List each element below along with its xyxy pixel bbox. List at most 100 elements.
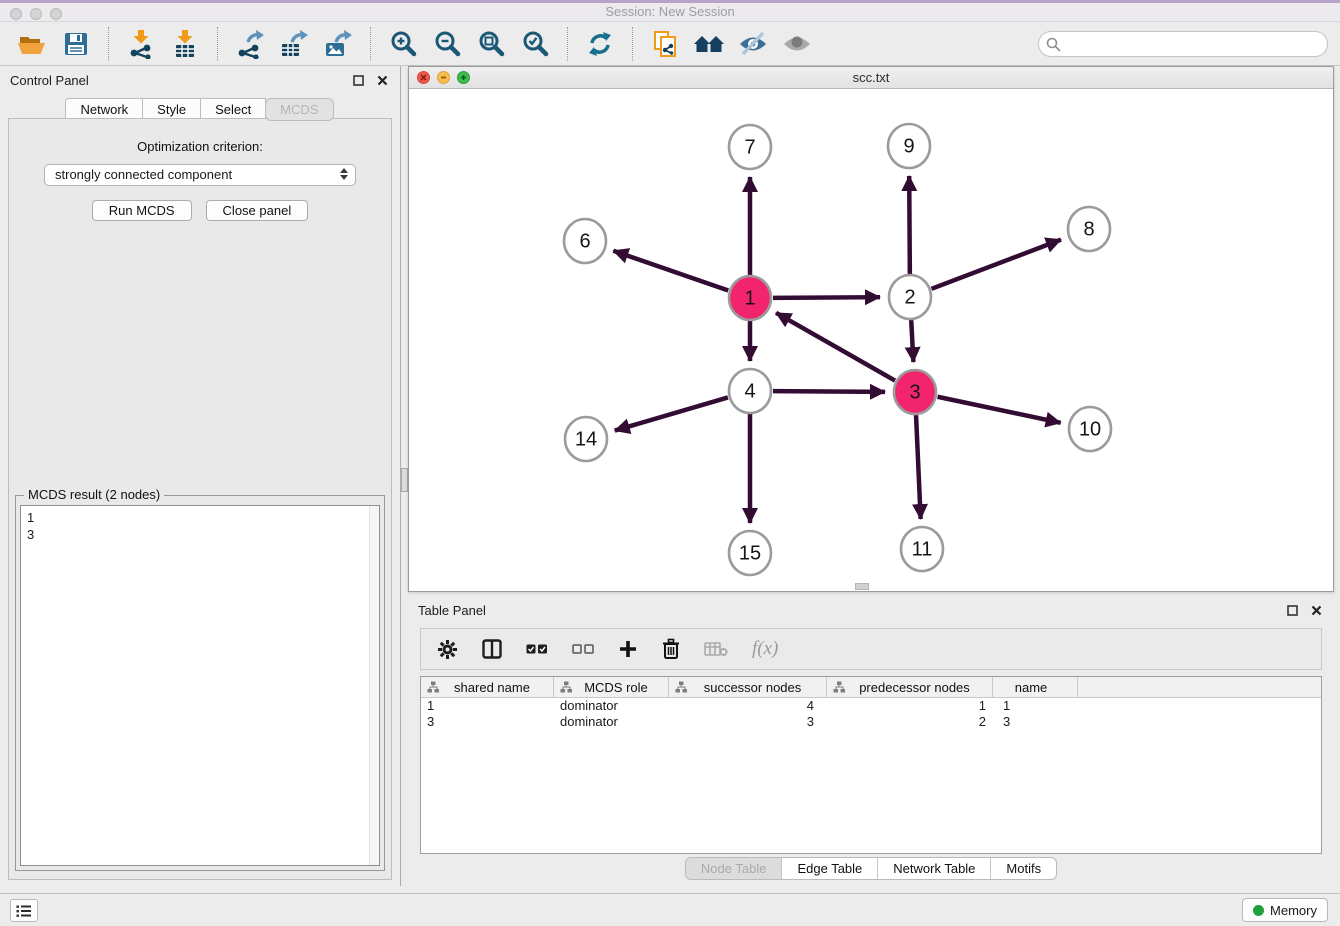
close-panel-button[interactable]: Close panel — [206, 200, 309, 221]
cell-shared-name[interactable]: 1 — [421, 698, 554, 714]
minimize-network-icon[interactable] — [437, 71, 450, 84]
delete-table-icon[interactable] — [704, 641, 728, 657]
column-type-icon — [833, 681, 845, 693]
graph-edge-1-6[interactable] — [613, 251, 728, 291]
cell-mcds-role[interactable]: dominator — [554, 698, 669, 714]
table-row[interactable]: 3 dominator 3 2 3 — [421, 714, 1321, 730]
cell-successor-nodes[interactable]: 3 — [669, 714, 827, 730]
graph-edge-3-1[interactable] — [776, 313, 895, 381]
show-columns-icon[interactable] — [482, 639, 502, 659]
zoom-selected-icon[interactable] — [519, 28, 551, 60]
select-all-columns-icon[interactable] — [526, 643, 548, 655]
tab-motifs[interactable]: Motifs — [991, 858, 1056, 879]
optimization-criterion-select[interactable]: strongly connected component — [44, 164, 356, 186]
home-view-icon[interactable] — [693, 28, 725, 60]
panel-splitter-grip[interactable] — [401, 468, 408, 492]
graph-node-14[interactable]: 14 — [565, 417, 607, 461]
tab-edge-table[interactable]: Edge Table — [782, 858, 878, 879]
unselect-all-columns-icon[interactable] — [572, 643, 594, 655]
result-line: 1 — [27, 509, 373, 526]
graph-edge-1-2[interactable] — [773, 297, 880, 298]
show-eye-icon[interactable] — [781, 28, 813, 60]
column-header-successor-nodes[interactable]: successor nodes — [669, 677, 827, 697]
toolbar-separator — [632, 27, 633, 61]
close-panel-icon[interactable] — [374, 72, 390, 88]
memory-button[interactable]: Memory — [1242, 898, 1328, 922]
list-icon — [16, 904, 32, 918]
export-table-icon[interactable] — [278, 28, 310, 60]
graph-edge-4-3[interactable] — [773, 391, 885, 392]
zoom-in-icon[interactable] — [387, 28, 419, 60]
search-input[interactable] — [1038, 31, 1328, 57]
import-network-icon[interactable] — [125, 28, 157, 60]
export-image-icon[interactable] — [322, 28, 354, 60]
column-header-shared-name[interactable]: shared name — [421, 677, 554, 697]
table-tabs: Node Table Edge Table Network Table Moti… — [408, 857, 1334, 880]
graph-node-3[interactable]: 3 — [894, 370, 936, 414]
task-history-button[interactable] — [10, 899, 38, 922]
graph-node-7[interactable]: 7 — [729, 125, 771, 169]
graph-node-15[interactable]: 15 — [729, 531, 771, 575]
table-toolbar: f(x) — [420, 628, 1322, 670]
cell-name[interactable]: 3 — [993, 714, 1078, 730]
cell-mcds-role[interactable]: dominator — [554, 714, 669, 730]
search-icon — [1046, 37, 1061, 52]
cell-name[interactable]: 1 — [993, 698, 1078, 714]
cell-predecessor-nodes[interactable]: 2 — [827, 714, 993, 730]
network-canvas[interactable]: 7 9 6 8 1 2 4 3 14 10 15 11 — [409, 89, 1333, 591]
column-header-predecessor-nodes[interactable]: predecessor nodes — [827, 677, 993, 697]
graph-edge-2-8[interactable] — [932, 240, 1061, 289]
open-file-icon[interactable] — [16, 28, 48, 60]
import-table-icon[interactable] — [169, 28, 201, 60]
maximize-network-icon[interactable] — [457, 71, 470, 84]
create-column-plus-icon[interactable] — [618, 639, 638, 659]
export-network-icon[interactable] — [234, 28, 266, 60]
graph-node-2[interactable]: 2 — [889, 275, 931, 319]
mcds-result-textarea[interactable]: 1 3 — [20, 505, 380, 866]
tab-node-table[interactable]: Node Table — [686, 858, 783, 879]
result-scrollbar[interactable] — [369, 506, 379, 865]
network-resize-grip[interactable] — [855, 583, 869, 590]
refresh-icon[interactable] — [584, 28, 616, 60]
graph-edge-3-11[interactable] — [916, 415, 921, 519]
graph-edge-2-9[interactable] — [909, 176, 910, 274]
column-header-name[interactable]: name — [993, 677, 1078, 697]
close-window-button[interactable] — [10, 8, 22, 20]
svg-text:3: 3 — [909, 382, 920, 404]
minimize-window-button[interactable] — [30, 8, 42, 20]
table-row[interactable]: 1 dominator 4 1 1 — [421, 698, 1321, 714]
function-builder-icon[interactable]: f(x) — [752, 638, 778, 660]
run-mcds-button[interactable]: Run MCDS — [92, 200, 192, 221]
zoom-window-button[interactable] — [50, 8, 62, 20]
cell-successor-nodes[interactable]: 4 — [669, 698, 827, 714]
zoom-fit-icon[interactable] — [475, 28, 507, 60]
table-settings-gear-icon[interactable] — [437, 639, 458, 660]
tab-network-table[interactable]: Network Table — [878, 858, 991, 879]
cell-shared-name[interactable]: 3 — [421, 714, 554, 730]
graph-node-11[interactable]: 11 — [901, 527, 943, 571]
network-from-file-icon[interactable] — [649, 28, 681, 60]
graph-edge-2-3[interactable] — [911, 320, 913, 362]
window-controls[interactable] — [10, 8, 62, 20]
close-table-panel-icon[interactable] — [1308, 602, 1324, 618]
graph-node-9[interactable]: 9 — [888, 124, 930, 168]
hide-eye-icon[interactable] — [737, 28, 769, 60]
window-titlebar: Session: New Session — [0, 0, 1340, 22]
graph-edge-3-10[interactable] — [938, 397, 1061, 423]
tab-mcds[interactable]: MCDS — [265, 98, 333, 121]
close-network-icon[interactable] — [417, 71, 430, 84]
select-stepper-icon — [340, 168, 348, 180]
float-table-panel-icon[interactable] — [1284, 602, 1300, 618]
graph-node-8[interactable]: 8 — [1068, 207, 1110, 251]
graph-node-10[interactable]: 10 — [1069, 407, 1111, 451]
graph-edge-4-14[interactable] — [615, 397, 728, 430]
cell-predecessor-nodes[interactable]: 1 — [827, 698, 993, 714]
save-icon[interactable] — [60, 28, 92, 60]
zoom-out-icon[interactable] — [431, 28, 463, 60]
graph-node-4[interactable]: 4 — [729, 369, 771, 413]
float-panel-icon[interactable] — [350, 72, 366, 88]
delete-column-trash-icon[interactable] — [662, 638, 680, 660]
column-header-mcds-role[interactable]: MCDS role — [554, 677, 669, 697]
graph-node-6[interactable]: 6 — [564, 219, 606, 263]
graph-node-1[interactable]: 1 — [729, 276, 771, 320]
